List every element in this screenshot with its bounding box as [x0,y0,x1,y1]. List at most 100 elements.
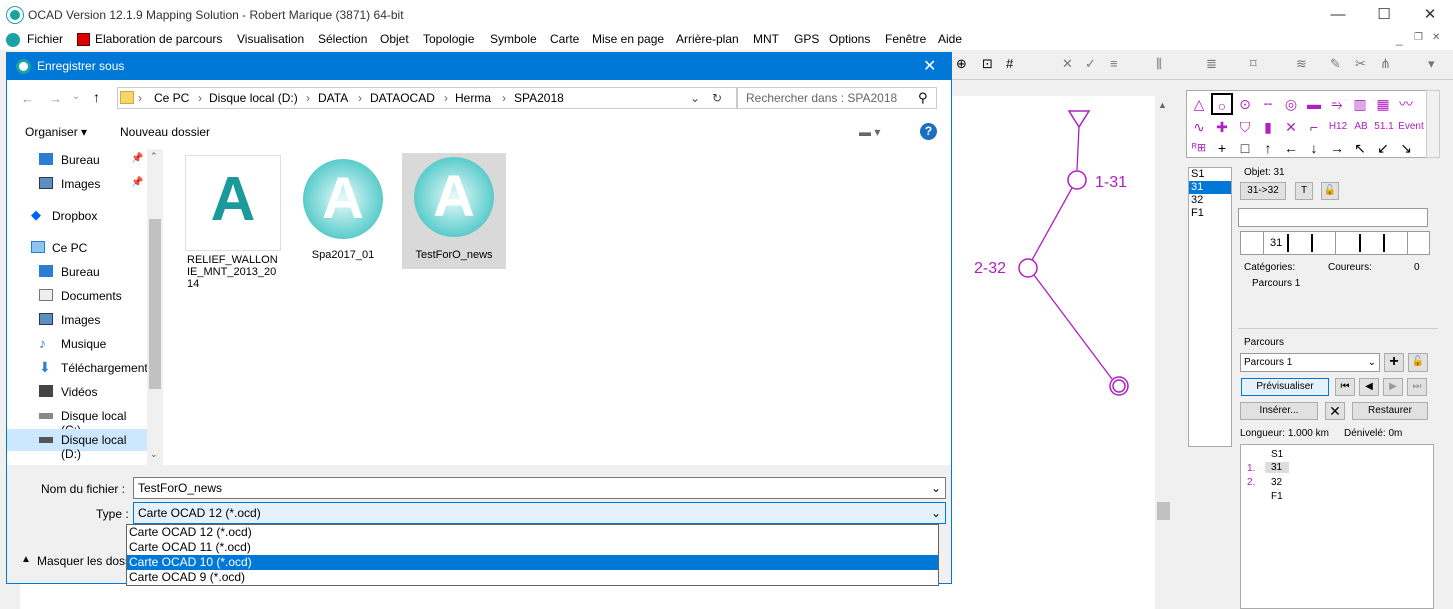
type-option-highlighted[interactable]: Carte OCAD 10 (*.ocd) [127,555,938,570]
text-button[interactable]: T [1295,182,1313,200]
square-symbol-icon[interactable]: □ [1234,137,1256,159]
map-vertical-scrollbar[interactable]: ▲ [1155,96,1172,609]
code-item[interactable]: F1 [1189,207,1231,220]
zoom-icon[interactable]: ⊕ [956,56,967,72]
nav-scrollbar[interactable]: ⌃ ⌄ [147,149,163,465]
hatch-symbol-icon[interactable]: ▥ [1349,93,1371,115]
code-item-selected[interactable]: 31 [1189,181,1231,194]
arrow-nw-symbol-icon[interactable]: ↖ [1349,137,1371,159]
circle-symbol-icon[interactable]: ○ [1211,93,1233,115]
menu-aide[interactable]: Aide [938,32,962,46]
check-icon[interactable]: ✓ [1085,56,1096,72]
mdi-close-button[interactable]: ✕ [1432,32,1440,43]
start-triangle[interactable] [1067,110,1091,129]
grid-icon[interactable]: # [1006,56,1013,71]
filename-input[interactable]: TestForO_news ⌄ [133,477,946,499]
link-31-32-button[interactable]: 31->32 [1240,182,1286,200]
event-symbol-icon[interactable]: Event [1396,116,1426,138]
stack-icon[interactable]: ≣ [1206,56,1217,72]
plus-symbol-icon[interactable]: + [1211,137,1233,159]
grid-symbol-icon[interactable]: ▦ [1372,93,1394,115]
triangle-symbol-icon[interactable]: △ [1188,93,1210,115]
forward-arrow-icon[interactable]: → [49,91,62,106]
document-icon[interactable] [6,33,20,47]
palette-scrollbar[interactable] [1426,90,1440,158]
zoom-window-icon[interactable]: ⊡ [982,56,993,72]
mdi-restore-button[interactable]: ❐ [1414,32,1423,43]
minimize-button[interactable]: — [1315,0,1361,30]
nav-item-bureau[interactable]: Bureau 📌 [7,149,147,171]
arrow-sw-symbol-icon[interactable]: ↙ [1372,137,1394,159]
wave-icon[interactable]: ≋ [1296,56,1307,72]
nav-item-dropbox[interactable]: ◆ Dropbox [7,205,147,227]
menu-fenetre[interactable]: Fenêtre [885,32,926,46]
h12-symbol-icon[interactable]: H12 [1326,116,1350,138]
nav-item-disque-d-selected[interactable]: Disque local (D:) [7,429,147,461]
nav-item-bureau-2[interactable]: Bureau [7,261,147,283]
cup-symbol-icon[interactable]: ⛉ [1234,116,1256,138]
history-chevron-icon[interactable]: ⌄ [72,91,80,102]
delete-icon[interactable]: ✕ [1062,56,1073,72]
nav-item-ce-pc[interactable]: Ce PC [7,237,147,259]
masquer-dossiers-button[interactable]: Masquer les dossiers [37,554,133,568]
zigzag-symbol-icon[interactable]: 〰 [1395,93,1417,115]
help-icon[interactable]: ? [920,123,937,140]
prev-icon[interactable]: ◀ [1359,378,1379,396]
menu-mnt[interactable]: MNT [753,32,779,46]
cut-icon[interactable]: ⌑ [1250,56,1257,72]
scroll-thumb[interactable] [1157,502,1170,520]
search-box[interactable]: Rechercher dans : SPA2018 ⚲ [737,87,937,109]
type-select[interactable]: Carte OCAD 12 (*.ocd) ⌄ [133,502,946,524]
first-icon[interactable]: ⏮ [1335,378,1355,396]
nav-item-telechargement[interactable]: ⬇ Téléchargement [7,357,148,379]
dashed-line-symbol-icon[interactable]: ╌ [1257,93,1279,115]
address-chevron-icon[interactable]: ⌄ [690,91,700,105]
chevron-down-icon[interactable]: ⌄ [931,503,941,523]
menu-fichier[interactable]: Fichier [27,32,63,46]
control-codes-list[interactable]: S1 31 32 F1 [1188,167,1232,447]
double-circle-symbol-icon[interactable]: ◎ [1280,93,1302,115]
file-item[interactable]: A Spa2017_01 [295,155,391,269]
previsualiser-button[interactable]: Prévisualiser [1241,378,1329,396]
close-button[interactable]: ✕ [1407,0,1453,30]
menu-objet[interactable]: Objet [380,32,409,46]
breadcrumb-item[interactable]: Disque local (D:) [209,91,298,105]
type-option[interactable]: Carte OCAD 11 (*.ocd) [127,540,938,555]
control-circle[interactable] [1067,170,1087,190]
scroll-up-icon[interactable]: ⌃ [150,151,158,162]
scroll-up-icon[interactable]: ▲ [1158,100,1167,110]
dot-circle-symbol-icon[interactable]: ⊙ [1234,93,1256,115]
arrow-down-symbol-icon[interactable]: ↓ [1303,137,1325,159]
view-options-icon[interactable]: ▬ ▾ [859,125,880,139]
scissors-icon[interactable]: ✂ [1355,56,1366,72]
restaurer-button[interactable]: Restaurer [1352,402,1428,420]
menu-carte[interactable]: Carte [550,32,579,46]
category-item[interactable]: Parcours 1 [1252,278,1300,289]
control-circle[interactable] [1018,258,1038,278]
last-icon[interactable]: ⏭ [1407,378,1427,396]
scroll-thumb[interactable] [149,219,161,389]
breadcrumb-item[interactable]: DATAOCAD [370,91,435,105]
maximize-button[interactable]: ☐ [1361,0,1407,30]
add-course-button[interactable]: + [1384,353,1404,372]
type-option[interactable]: Carte OCAD 12 (*.ocd) [127,525,938,540]
text-symbol-icon[interactable]: 51.1 [1373,116,1395,138]
course-control-list[interactable]: S1 1. 31 2. 32 F1 [1240,444,1434,609]
bar-symbol-icon[interactable]: ▮ [1257,116,1279,138]
type-option[interactable]: Carte OCAD 9 (*.ocd) [127,570,938,585]
delete-control-icon[interactable]: ✕ [1325,402,1345,420]
ab-symbol-icon[interactable]: AB [1350,116,1372,138]
organiser-button[interactable]: Organiser ▾ [25,125,87,139]
lock-icon[interactable]: 🔓 [1408,353,1428,372]
breadcrumb-item[interactable]: Ce PC [154,91,189,105]
chevron-down-icon[interactable]: ⌄ [931,478,941,498]
nav-item-images-2[interactable]: Images [7,309,147,331]
nav-item-disque-c[interactable]: Disque local (C:) [7,405,147,437]
menu-symbole[interactable]: Symbole [490,32,537,46]
address-bar[interactable]: › Ce PC › Disque local (D:) › DATA › DAT… [117,87,737,109]
object-text-field[interactable] [1238,208,1428,227]
nav-item-videos[interactable]: Vidéos [7,381,147,403]
nav-item-documents[interactable]: Documents [7,285,147,307]
align-icon[interactable]: ≡ [1110,56,1118,71]
menu-visualisation[interactable]: Visualisation [237,32,304,46]
